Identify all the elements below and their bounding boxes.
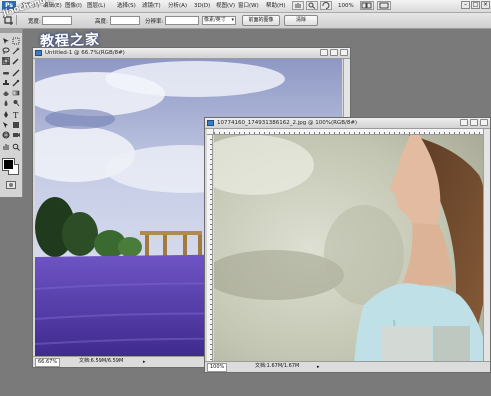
document-size-1[interactable]: 文档:6.59M/6.59M [79,357,123,366]
resolution-unit-select[interactable]: 像素/英寸 ▾ [202,16,236,25]
menu-filter[interactable]: 滤镜(T) [142,2,161,10]
hand-icon[interactable] [292,1,304,10]
resolution-label: 分辨率: [145,19,164,25]
magic-wand-tool-icon[interactable] [12,47,20,55]
options-bar: 宽度: 高度: 分辨率: 像素/英寸 ▾ 前面的图像 清除 [0,13,491,29]
document-icon [207,120,214,126]
menu-help[interactable]: 帮助(H) [266,2,285,10]
blur-tool-icon[interactable] [2,99,10,107]
zoom-field-2[interactable]: 100% [207,363,228,372]
height-field[interactable] [110,16,140,25]
clear-button[interactable]: 清除 [284,15,318,26]
pen-tool-icon[interactable] [2,111,10,119]
status-menu-arrow-icon[interactable]: ▸ [143,358,146,367]
path-selection-tool-icon[interactable] [2,121,10,129]
chevron-down-icon: ▾ [231,17,234,23]
zoom-level[interactable]: 100% [338,2,354,10]
brush-tool-icon[interactable] [12,69,20,77]
document-size-2[interactable]: 文档:1.67M/1.67M [255,362,299,371]
resolution-field[interactable] [165,16,199,25]
status-bar-2: 100% 文档:1.67M/1.67M ▸ [205,361,490,372]
menu-3d[interactable]: 3D(D) [194,2,210,10]
clone-stamp-tool-icon[interactable] [2,79,10,87]
crop-tool-icon-selected[interactable] [2,57,10,65]
document-canvas-2[interactable] [214,135,490,363]
zoom-field-1[interactable]: 66.67% [35,358,61,367]
minimize-icon[interactable] [320,49,328,56]
tools-panel: T [0,29,23,197]
document-title-bar-1[interactable]: Untitled-1 @ 66.7%(RGB/8#) [33,48,350,59]
healing-brush-tool-icon[interactable] [2,69,10,77]
svg-text:T: T [13,111,19,119]
width-field[interactable] [42,16,72,25]
3d-camera-tool-icon[interactable] [12,131,20,139]
tools-panel-header[interactable] [0,29,22,33]
foreground-color-swatch-front [3,159,14,170]
move-tool-icon[interactable] [2,37,10,45]
screen-mode-icon[interactable] [377,1,391,10]
dodge-tool-icon[interactable] [12,99,20,107]
minimize-icon[interactable] [460,119,468,126]
width-label: 宽度: [28,19,41,25]
menu-select[interactable]: 选择(S) [117,2,136,10]
quick-mask-icon[interactable] [6,181,16,189]
document-icon [35,50,42,56]
document-title-2: 10774160_174931386162_2.jpg @ 100%(RGB/8… [217,120,358,126]
menu-layer[interactable]: 图层(L) [87,2,105,10]
3d-rotate-tool-icon[interactable] [2,131,10,139]
type-tool-icon[interactable]: T [12,111,20,119]
front-image-button[interactable]: 前面的图像 [242,15,280,26]
divider [16,15,22,25]
close-icon[interactable]: × [481,1,490,9]
vertical-ruler[interactable] [207,135,213,363]
shape-tool-icon[interactable] [12,121,20,129]
marquee-tool-icon[interactable] [12,37,20,45]
height-label: 高度: [95,19,108,25]
minimize-icon[interactable]: – [461,1,470,9]
resolution-unit-value: 像素/英寸 [204,17,226,23]
menu-window[interactable]: 窗口(W) [238,2,259,10]
menu-image[interactable]: 图像(I) [65,2,82,10]
hand-tool-icon[interactable] [2,143,10,151]
vertical-scrollbar-2[interactable] [483,129,490,363]
document-title-1: Untitled-1 @ 66.7%(RGB/8#) [45,50,125,56]
close-icon[interactable] [340,49,348,56]
history-brush-tool-icon[interactable] [12,79,20,87]
ruler-origin[interactable] [207,129,214,135]
status-menu-arrow-icon[interactable]: ▸ [317,363,320,372]
arrange-documents-icon[interactable] [360,1,374,10]
gradient-tool-icon[interactable] [12,89,20,97]
eyedropper-tool-icon[interactable] [12,57,20,65]
document-title-bar-2[interactable]: 10774160_174931386162_2.jpg @ 100%(RGB/8… [205,118,490,129]
menu-analysis[interactable]: 分析(A) [168,2,187,10]
close-icon[interactable] [480,119,488,126]
menu-bar: Ps 文件(F) 编辑(E) 图像(I) 图层(L) 选择(S) 滤镜(T) 分… [0,0,491,13]
maximize-icon[interactable] [470,119,478,126]
rotate-view-icon[interactable] [320,1,332,10]
woman-portrait-photo [214,135,490,363]
menu-view[interactable]: 视图(V) [216,2,235,10]
maximize-icon[interactable]: □ [471,1,480,9]
eraser-tool-icon[interactable] [2,89,10,97]
document-window-2[interactable]: 10774160_174931386162_2.jpg @ 100%(RGB/8… [204,117,491,373]
zoom-tool-icon[interactable] [12,143,20,151]
maximize-icon[interactable] [330,49,338,56]
lasso-tool-icon[interactable] [2,47,10,55]
zoom-icon[interactable] [306,1,318,10]
